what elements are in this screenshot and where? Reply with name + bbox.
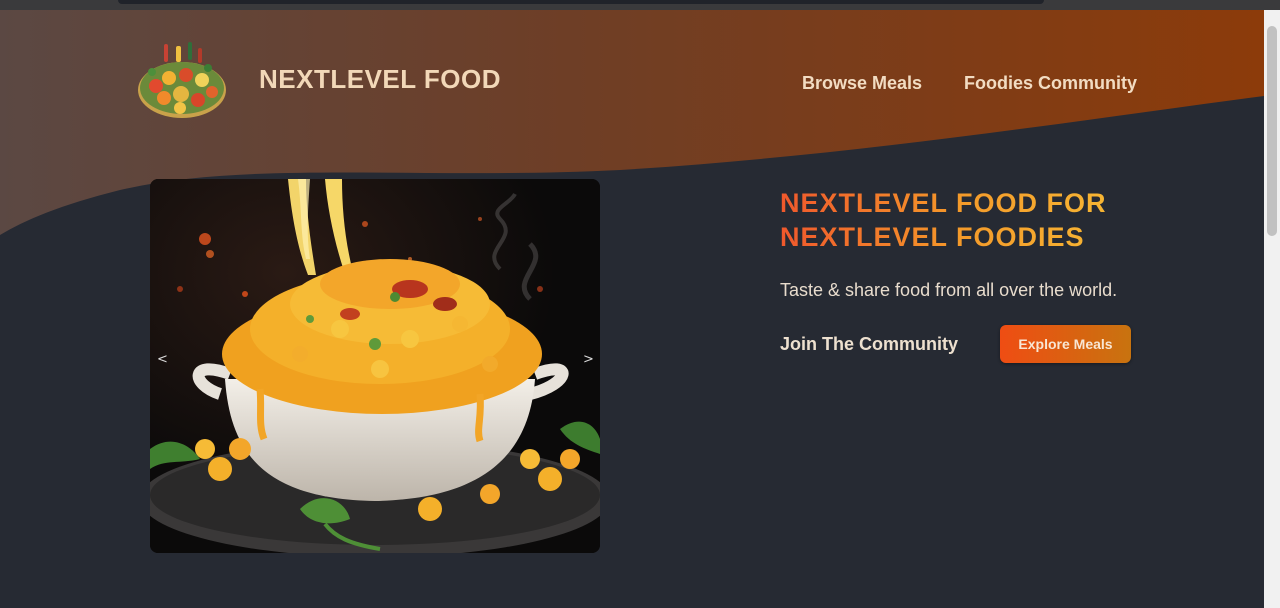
browser-tab-strip: [118, 0, 1044, 4]
hero-heading-line1: NEXTLEVEL FOOD FOR: [780, 188, 1107, 218]
browser-top-bar: [0, 0, 1280, 10]
hero-subtitle: Taste & share food from all over the wor…: [780, 280, 1118, 300]
page-scrollbar[interactable]: [1264, 10, 1280, 608]
slideshow-prev-arrow[interactable]: <: [157, 352, 168, 367]
nav-browse-meals[interactable]: Browse Meals: [802, 73, 922, 94]
nav-foodies-community[interactable]: Foodies Community: [964, 73, 1137, 94]
brand-title[interactable]: NEXTLEVEL FOOD: [259, 64, 501, 95]
slideshow-next-arrow[interactable]: >: [583, 352, 594, 367]
join-community-link[interactable]: Join The Community: [780, 334, 958, 355]
explore-meals-button[interactable]: Explore Meals: [1000, 325, 1131, 363]
hero-slideshow: [150, 179, 600, 553]
mac-and-cheese-icon: [150, 179, 600, 553]
hero-heading-line2: NEXTLEVEL FOODIES: [780, 222, 1085, 252]
hero-heading: NEXTLEVEL FOOD FOR NEXTLEVEL FOODIES: [780, 186, 1107, 254]
food-platter-icon: [138, 42, 226, 118]
page: NEXTLEVEL FOOD Browse Meals Foodies Comm…: [0, 0, 1280, 608]
scrollbar-thumb[interactable]: [1267, 26, 1277, 236]
